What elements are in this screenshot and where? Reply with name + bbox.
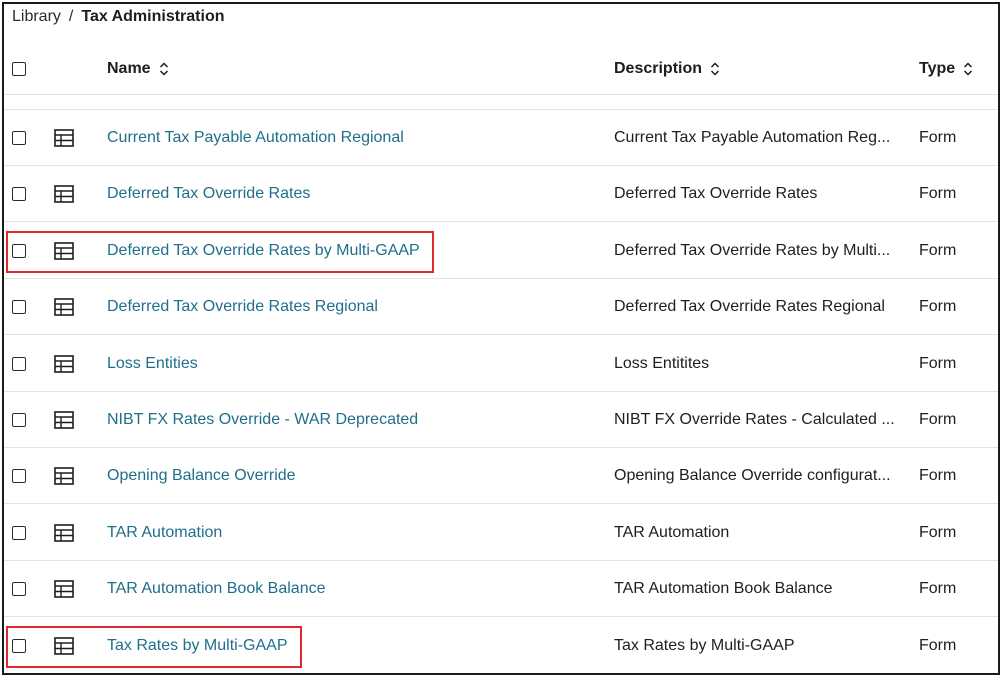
row-type: Form <box>919 129 957 146</box>
row-description: Deferred Tax Override Rates <box>614 185 818 203</box>
table-row[interactable]: Deferred Tax Override Rates by Multi-GAA… <box>4 223 998 279</box>
column-header-name[interactable]: Name <box>107 60 169 78</box>
row-description: Deferred Tax Override Rates by Multi... <box>614 241 891 259</box>
column-header-description[interactable]: Description <box>614 60 720 78</box>
table-row[interactable]: TAR Automation Book Balance TAR Automatio… <box>4 561 998 618</box>
breadcrumb: Library / Tax Administration <box>12 8 224 26</box>
form-grid-icon <box>54 336 74 392</box>
sort-icon[interactable] <box>710 62 720 76</box>
row-checkbox[interactable] <box>12 279 26 335</box>
row-checkbox[interactable] <box>12 561 26 617</box>
row-name-link[interactable]: TAR Automation <box>107 505 222 561</box>
table-row[interactable]: Opening Balance Override Opening Balance … <box>4 448 998 505</box>
row-checkbox[interactable] <box>12 448 26 504</box>
row-type: Form <box>919 523 957 541</box>
row-description: Loss Entitites <box>614 354 710 372</box>
column-header-type[interactable]: Type <box>919 60 973 78</box>
row-type: Form <box>919 411 957 428</box>
row-checkbox[interactable] <box>12 223 26 279</box>
row-description: TAR Automation <box>614 523 730 541</box>
table-row[interactable]: NIBT FX Rates Override - WAR Deprecated N… <box>4 392 998 448</box>
row-type: Form <box>919 298 957 316</box>
sort-icon[interactable] <box>159 62 169 76</box>
library-frame: Library / Tax Administration Name Descri… <box>2 2 1000 675</box>
row-name-link[interactable]: NIBT FX Rates Override - WAR Deprecated <box>107 392 418 448</box>
row-checkbox[interactable] <box>12 166 26 222</box>
form-grid-icon <box>54 561 74 617</box>
table-row[interactable]: Deferred Tax Override Rates Deferred Tax … <box>4 166 998 223</box>
form-grid-icon <box>54 223 74 279</box>
row-checkbox[interactable] <box>12 392 26 448</box>
row-checkbox[interactable] <box>12 336 26 392</box>
row-name-link[interactable]: Tax Rates by Multi-GAAP <box>107 618 288 673</box>
row-name-link[interactable]: Opening Balance Override <box>107 448 296 504</box>
select-all-checkbox[interactable] <box>12 62 26 76</box>
column-description-label: Description <box>614 60 703 77</box>
form-grid-icon <box>54 110 74 166</box>
row-name-link[interactable]: Current Tax Payable Automation Regional <box>107 110 404 166</box>
breadcrumb-library[interactable]: Library <box>12 8 61 26</box>
sort-icon[interactable] <box>963 62 973 76</box>
row-name-link[interactable]: Deferred Tax Override Rates <box>107 166 310 222</box>
row-type: Form <box>919 636 957 654</box>
table-row[interactable]: Tax Rates by Multi-GAAP Tax Rates by Mult… <box>4 618 998 673</box>
row-type: Form <box>919 467 957 485</box>
row-description: Deferred Tax Override Rates Regional <box>614 298 885 316</box>
row-name-link[interactable]: Deferred Tax Override Rates Regional <box>107 279 378 335</box>
table-row[interactable]: Loss Entities Loss Entitites Form <box>4 336 998 392</box>
form-grid-icon <box>54 166 74 222</box>
table-row[interactable]: Current Tax Payable Automation Regional C… <box>4 110 998 166</box>
row-description: NIBT FX Override Rates - Calculated ... <box>614 411 895 428</box>
form-grid-icon <box>54 279 74 335</box>
row-description: Tax Rates by Multi-GAAP <box>614 636 795 654</box>
row-checkbox[interactable] <box>12 505 26 561</box>
row-description: TAR Automation Book Balance <box>614 580 833 598</box>
form-grid-icon <box>54 448 74 504</box>
row-description: Opening Balance Override configurat... <box>614 467 891 485</box>
row-name-link[interactable]: Deferred Tax Override Rates by Multi-GAA… <box>107 223 420 279</box>
form-grid-icon <box>54 392 74 448</box>
table-row[interactable]: TAR Automation TAR Automation Form <box>4 505 998 561</box>
row-name-link[interactable]: Loss Entities <box>107 336 198 392</box>
form-grid-icon <box>54 505 74 561</box>
row-type: Form <box>919 241 957 259</box>
row-type: Form <box>919 354 957 372</box>
column-name-label: Name <box>107 60 151 77</box>
row-type: Form <box>919 185 957 203</box>
table-row[interactable]: Deferred Tax Override Rates Regional Defe… <box>4 279 998 336</box>
form-grid-icon <box>54 618 74 673</box>
breadcrumb-separator: / <box>68 8 74 25</box>
table-header: Name Description Type <box>4 44 998 95</box>
breadcrumb-current: Tax Administration <box>81 8 225 25</box>
row-checkbox[interactable] <box>12 110 26 166</box>
row-checkbox[interactable] <box>12 618 26 673</box>
row-type: Form <box>919 580 957 598</box>
column-type-label: Type <box>919 60 956 77</box>
row-name-link[interactable]: TAR Automation Book Balance <box>107 561 326 617</box>
row-description: Current Tax Payable Automation Reg... <box>614 129 891 146</box>
